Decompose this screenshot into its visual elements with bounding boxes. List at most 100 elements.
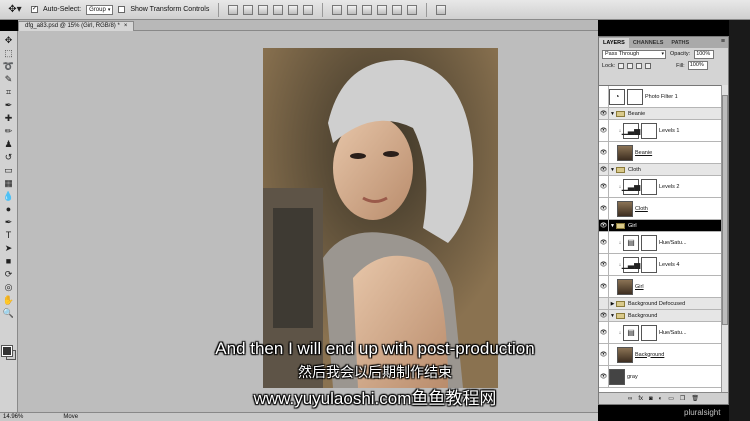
layer-row[interactable]: 👁 Cloth <box>599 198 721 220</box>
eyedropper-tool-icon[interactable]: ✒ <box>3 100 15 111</box>
expand-triangle-icon[interactable]: ▼ <box>609 223 616 229</box>
eraser-tool-icon[interactable]: ▭ <box>3 165 15 176</box>
brush-tool-icon[interactable]: ✏ <box>3 126 15 137</box>
layer-row[interactable]: 👁 ↓ ▁▃▅ Levels 2 <box>599 176 721 198</box>
adjustment-thumbnail-icon[interactable]: ▁▃▅ <box>622 122 640 139</box>
lock-all-icon[interactable] <box>645 62 652 69</box>
move-tool-icon[interactable]: ✥ <box>3 35 15 46</box>
adjustment-thumbnail-icon[interactable]: ▁▃▅ <box>622 256 640 273</box>
lasso-tool-icon[interactable]: ➰ <box>3 61 15 72</box>
shape-tool-icon[interactable]: ■ <box>3 256 15 267</box>
layer-name: Beanie <box>628 110 646 117</box>
align-hcenter-icon[interactable] <box>288 4 299 15</box>
visibility-eye-icon[interactable]: 👁 <box>599 120 609 141</box>
crop-tool-icon[interactable]: ⌗ <box>3 87 15 98</box>
3d-rotate-tool-icon[interactable]: ⟳ <box>3 269 15 280</box>
tab-layers[interactable]: LAYERS <box>599 38 629 48</box>
layer-row[interactable]: 👁 Girl <box>599 276 721 298</box>
layer-row[interactable]: 👁 ↓ ▤ Hue/Satu... <box>599 232 721 254</box>
fill-label: Fill: <box>676 62 685 69</box>
3d-orbit-tool-icon[interactable]: ◎ <box>3 282 15 293</box>
expand-triangle-icon[interactable]: ▶ <box>609 301 616 307</box>
dodge-tool-icon[interactable]: ● <box>3 204 15 215</box>
layer-group-row[interactable]: 👁 ▼ Cloth <box>599 164 721 176</box>
history-brush-tool-icon[interactable]: ↺ <box>3 152 15 163</box>
layer-group-row[interactable]: 👁▶ Background Defocused <box>599 298 721 310</box>
document-tab[interactable]: dfg_a83.psd @ 15% (Girl, RGB/8) * × <box>18 21 135 31</box>
tab-channels[interactable]: CHANNELS <box>629 38 668 48</box>
layer-group-row[interactable]: 👁 ▼ Beanie <box>599 108 721 120</box>
visibility-eye-icon[interactable]: 👁 <box>599 108 609 119</box>
visibility-eye-icon[interactable]: 👁 <box>599 232 609 253</box>
align-vcenter-icon[interactable] <box>243 4 254 15</box>
distribute-top-icon[interactable] <box>332 4 343 15</box>
expand-triangle-icon[interactable]: ▼ <box>609 167 616 173</box>
panel-menu-icon[interactable]: ≡ <box>721 38 725 45</box>
lock-position-icon[interactable] <box>636 62 643 69</box>
move-tool-preset-icon[interactable]: ✥▾ <box>4 3 26 17</box>
lock-transparent-icon[interactable] <box>618 62 625 69</box>
align-top-icon[interactable] <box>228 4 239 15</box>
fill-input[interactable]: 100% <box>687 61 708 70</box>
pen-tool-icon[interactable]: ✒ <box>3 217 15 228</box>
expand-triangle-icon[interactable]: ▼ <box>609 313 616 319</box>
layer-mask-thumbnail[interactable] <box>641 234 657 251</box>
layer-group-row[interactable]: 👁 ▼ Background <box>599 310 721 322</box>
gradient-tool-icon[interactable]: ▦ <box>3 178 15 189</box>
layer-group-row[interactable]: 👁 ▼ Girl <box>599 220 721 232</box>
layer-row[interactable]: 👁 Beanie <box>599 142 721 164</box>
opacity-input[interactable]: 100% <box>694 49 715 59</box>
visibility-eye-icon[interactable]: 👁 <box>599 176 609 197</box>
distribute-vcenter-icon[interactable] <box>347 4 358 15</box>
visibility-eye-icon[interactable]: 👁 <box>599 276 609 297</box>
visibility-eye-icon[interactable]: 👁 <box>599 164 609 175</box>
align-right-icon[interactable] <box>303 4 314 15</box>
path-select-tool-icon[interactable]: ➤ <box>3 243 15 254</box>
distribute-left-icon[interactable] <box>377 4 388 15</box>
visibility-eye-icon[interactable]: 👁 <box>599 298 609 309</box>
clone-stamp-tool-icon[interactable]: ♟ <box>3 139 15 150</box>
align-left-icon[interactable] <box>273 4 284 15</box>
layer-mask-thumbnail[interactable] <box>627 88 643 105</box>
blend-mode-dropdown[interactable]: Pass Through ▾ <box>602 49 666 59</box>
close-icon[interactable]: × <box>124 22 128 31</box>
marquee-tool-icon[interactable]: ⬚ <box>3 48 15 59</box>
blur-tool-icon[interactable]: 💧 <box>3 191 15 202</box>
tab-paths[interactable]: PATHS <box>667 38 693 48</box>
layer-thumbnail[interactable] <box>617 144 633 161</box>
layer-row[interactable]: 👁◔ Photo Filter 1 <box>599 86 721 108</box>
distribute-hcenter-icon[interactable] <box>392 4 403 15</box>
distribute-right-icon[interactable] <box>407 4 418 15</box>
visibility-eye-icon[interactable]: 👁 <box>599 220 609 231</box>
zoom-tool-icon[interactable]: 🔍 <box>3 308 15 319</box>
expand-triangle-icon[interactable]: ▼ <box>609 111 616 117</box>
healing-brush-tool-icon[interactable]: ✚ <box>3 113 15 124</box>
visibility-eye-icon[interactable]: 👁 <box>599 198 609 219</box>
auto-select-checkbox[interactable]: ✓ <box>31 6 38 13</box>
adjustment-thumbnail-icon[interactable]: ◔ <box>609 88 625 105</box>
hand-tool-icon[interactable]: ✋ <box>3 295 15 306</box>
quick-select-tool-icon[interactable]: ✎ <box>3 74 15 85</box>
distribute-bottom-icon[interactable] <box>362 4 373 15</box>
layer-row[interactable]: 👁 ↓ ▁▃▅ Levels 1 <box>599 120 721 142</box>
layer-mask-thumbnail[interactable] <box>641 122 657 139</box>
zoom-level[interactable]: 14.96% <box>3 413 23 421</box>
visibility-eye-icon[interactable]: 👁 <box>599 310 609 321</box>
visibility-eye-icon[interactable]: 👁 <box>599 254 609 275</box>
layer-thumbnail[interactable] <box>617 278 633 295</box>
layer-thumbnail[interactable] <box>617 200 633 217</box>
scrollbar-thumb[interactable] <box>722 95 728 325</box>
visibility-eye-icon[interactable]: 👁 <box>599 142 609 163</box>
adjustment-thumbnail-icon[interactable]: ▤ <box>623 234 639 251</box>
visibility-eye-icon[interactable]: 👁 <box>599 86 609 107</box>
auto-align-icon[interactable] <box>436 4 447 15</box>
show-transform-checkbox[interactable] <box>118 6 126 13</box>
adjustment-thumbnail-icon[interactable]: ▁▃▅ <box>622 178 640 195</box>
type-tool-icon[interactable]: T <box>3 230 15 241</box>
layer-row[interactable]: 👁 ↓ ▁▃▅ Levels 4 <box>599 254 721 276</box>
lock-pixels-icon[interactable] <box>627 62 634 69</box>
layer-mask-thumbnail[interactable] <box>641 256 657 273</box>
align-bottom-icon[interactable] <box>258 4 269 15</box>
layer-mask-thumbnail[interactable] <box>641 178 657 195</box>
auto-select-dropdown[interactable]: Group ▾ <box>86 4 114 15</box>
